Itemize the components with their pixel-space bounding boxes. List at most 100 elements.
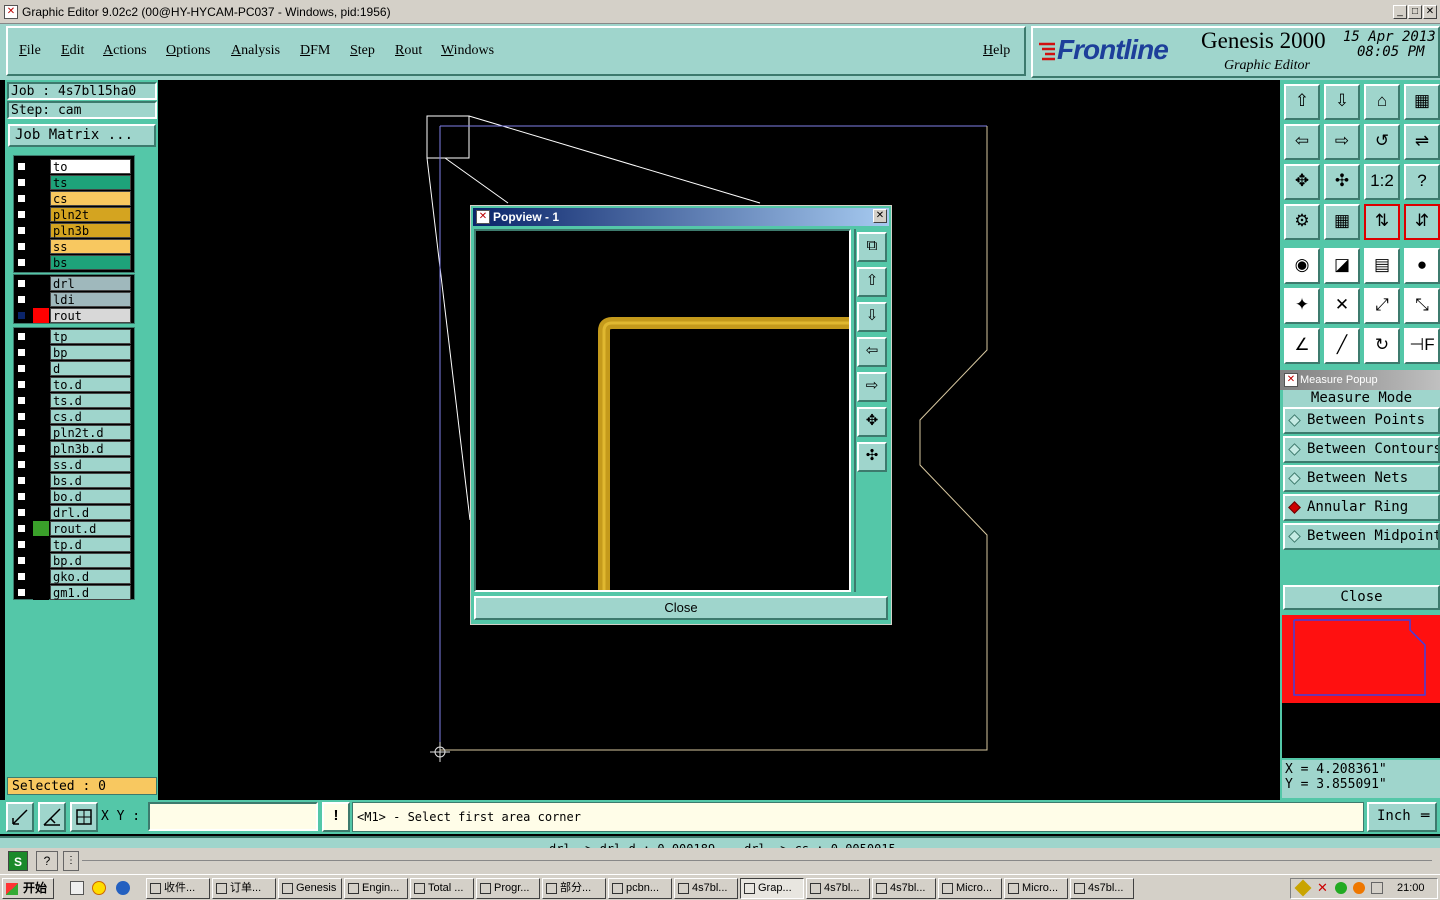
taskbar-button[interactable]: Engin...	[344, 878, 408, 899]
layer-color-swatch[interactable]	[33, 276, 49, 291]
popview-zoom-down-icon[interactable]: ⇩	[857, 302, 887, 332]
shell-icon[interactable]: S	[8, 851, 28, 871]
layer-color-swatch[interactable]	[33, 425, 49, 440]
popview-close-icon[interactable]: ✕	[873, 209, 887, 223]
layer-color-swatch[interactable]	[33, 409, 49, 424]
layer-row[interactable]: drl.d	[13, 505, 131, 520]
layer-color-swatch[interactable]	[33, 505, 49, 520]
layer-checkbox[interactable]	[16, 443, 27, 454]
layer-row[interactable]: pln3b.d	[13, 441, 131, 456]
layer-row[interactable]: tp.d	[13, 537, 131, 552]
tray-icon-5[interactable]	[1371, 882, 1383, 894]
angle-tool-button[interactable]	[38, 802, 66, 832]
xy-input[interactable]	[148, 802, 318, 831]
popview-pan-left-icon[interactable]: ⇦	[857, 337, 887, 367]
layer-row[interactable]: d	[13, 361, 131, 376]
layer-row[interactable]: bs	[13, 255, 131, 270]
layer-row[interactable]: tp	[13, 329, 131, 344]
snap-alt-icon[interactable]: ⇵	[1404, 204, 1440, 240]
popview-pan-right-icon[interactable]: ⇨	[857, 372, 887, 402]
layer-checkbox[interactable]	[16, 193, 27, 204]
settings-icon[interactable]: ⚙	[1284, 204, 1320, 240]
layer-row[interactable]: drl	[13, 276, 131, 291]
line-icon[interactable]: ╱	[1324, 328, 1360, 364]
help-icon[interactable]: ?	[36, 851, 58, 871]
taskbar-button[interactable]: pcbn...	[608, 878, 672, 899]
layer-color-swatch[interactable]	[33, 345, 49, 360]
flip-icon[interactable]: ⊣F	[1404, 328, 1440, 364]
layer-color-swatch[interactable]	[33, 377, 49, 392]
close-window-button[interactable]: ✕	[1423, 5, 1437, 19]
layer-row[interactable]: gm1.d	[13, 585, 131, 600]
maximize-button[interactable]: □	[1408, 5, 1422, 19]
measure-option-between-nets[interactable]: Between Nets	[1283, 465, 1440, 492]
layer-row[interactable]: bp.d	[13, 553, 131, 568]
clock-app-icon[interactable]	[92, 881, 106, 895]
swap-icon[interactable]: ⇌	[1404, 124, 1440, 160]
layer-checkbox[interactable]	[16, 539, 27, 550]
taskbar-button[interactable]: 订单...	[212, 878, 276, 899]
zoom-up-icon[interactable]: ⇧	[1284, 84, 1320, 120]
taskbar-button[interactable]: 4s7bl...	[806, 878, 870, 899]
layer-row[interactable]: ss.d	[13, 457, 131, 472]
layer-color-swatch[interactable]	[33, 457, 49, 472]
layer-checkbox[interactable]	[16, 523, 27, 534]
taskbar-button[interactable]: Total ...	[410, 878, 474, 899]
layer-checkbox[interactable]	[16, 427, 27, 438]
scale-icon[interactable]: 1:2	[1364, 164, 1400, 200]
layer-row[interactable]: ts	[13, 175, 131, 190]
cross-icon[interactable]: ✕	[1324, 288, 1360, 324]
job-matrix-button[interactable]: Job Matrix ...	[8, 124, 156, 147]
layer-checkbox[interactable]	[16, 411, 27, 422]
popview-canvas[interactable]	[474, 229, 851, 592]
layer-color-swatch[interactable]	[33, 553, 49, 568]
layer-row[interactable]: ts.d	[13, 393, 131, 408]
layer-checkbox[interactable]	[16, 294, 27, 305]
fit-icon[interactable]: ✥	[1284, 164, 1320, 200]
layer-checkbox[interactable]	[16, 475, 27, 486]
menu-help[interactable]: Help	[983, 43, 1010, 59]
layer-row[interactable]: rout.d	[13, 521, 131, 536]
center-icon[interactable]: ✣	[1324, 164, 1360, 200]
pan-right-icon[interactable]: ⇨	[1324, 124, 1360, 160]
tray-icon-1[interactable]	[1294, 879, 1312, 897]
layer-color-swatch[interactable]	[33, 521, 49, 536]
layer-checkbox[interactable]	[16, 209, 27, 220]
layer-checkbox[interactable]	[16, 177, 27, 188]
snap-icon[interactable]: ⇅	[1364, 204, 1400, 240]
menu-options[interactable]: Options	[166, 43, 210, 59]
taskbar-button[interactable]: Genesis	[278, 878, 342, 899]
stretch-icon[interactable]: ⤡	[1404, 288, 1440, 324]
menu-dfm[interactable]: DFM	[300, 43, 330, 59]
tray-icon-4[interactable]	[1353, 882, 1365, 894]
connect-icon[interactable]: ✦	[1284, 288, 1320, 324]
layer-color-swatch[interactable]	[33, 473, 49, 488]
layer-color-swatch[interactable]	[33, 393, 49, 408]
layer-row[interactable]: ss	[13, 239, 131, 254]
taskbar-button[interactable]: 部分...	[542, 878, 606, 899]
layer-color-swatch[interactable]	[33, 292, 49, 307]
layer-color-swatch[interactable]	[33, 175, 49, 190]
layer-row[interactable]: bo.d	[13, 489, 131, 504]
taskbar-button[interactable]: Micro...	[938, 878, 1002, 899]
layer-row[interactable]: pln2t.d	[13, 425, 131, 440]
layer-row[interactable]: ldi	[13, 292, 131, 307]
pan-left-icon[interactable]: ⇦	[1284, 124, 1320, 160]
layer-checkbox[interactable]	[16, 257, 27, 268]
info-icon[interactable]: !	[322, 802, 350, 832]
measure-option-between-midpoints[interactable]: Between Midpoints	[1283, 523, 1440, 550]
layer-row[interactable]: pln3b	[13, 223, 131, 238]
layer-color-swatch[interactable]	[33, 255, 49, 270]
layer-row[interactable]: pln2t	[13, 207, 131, 222]
layer-color-swatch[interactable]	[33, 207, 49, 222]
angle-icon[interactable]: ∠	[1284, 328, 1320, 364]
layer-color-swatch[interactable]	[33, 569, 49, 584]
query-icon[interactable]: ?	[1404, 164, 1440, 200]
layer-row[interactable]: cs.d	[13, 409, 131, 424]
layer-checkbox[interactable]	[16, 347, 27, 358]
layer-color-swatch[interactable]	[33, 361, 49, 376]
mini-map[interactable]	[1282, 615, 1440, 703]
measure-option-between-contours[interactable]: Between Contours	[1283, 436, 1440, 463]
point-icon[interactable]: ◉	[1284, 248, 1320, 284]
layer-checkbox[interactable]	[16, 555, 27, 566]
